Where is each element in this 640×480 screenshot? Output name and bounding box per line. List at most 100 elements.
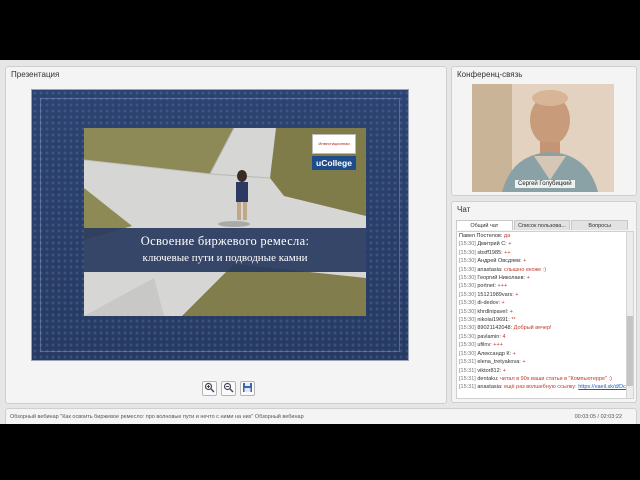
chat-message: Павел Постелов: да [457, 232, 627, 240]
chat-message: [15:30] Дмитрий С: + [457, 240, 627, 248]
logo-top: Инвестиционная группа [312, 134, 356, 164]
chat-message-user: ufilnv: [477, 342, 492, 349]
chat-message-time: [15:31] [459, 375, 476, 382]
chat-message-time: [15:30] [459, 342, 476, 349]
chat-message-user: Дмитрий С: [477, 241, 507, 248]
college-logo: Инвестиционная группа uCollege [312, 134, 356, 170]
speaker-video[interactable]: Сергей Голубицкий [472, 84, 614, 192]
chat-message-time: [15:30] [459, 350, 476, 357]
slide-headline-banner: Освоение биржевого ремесла: ключевые пут… [84, 228, 366, 272]
chat-message-time: [15:31] [459, 359, 476, 366]
speaker-avatar [472, 84, 614, 192]
webinar-title: Обзорный вебинар "Как освоить биржевое р… [10, 414, 304, 420]
chat-message-user: dentaku: [477, 375, 499, 382]
chat-message-text: + [512, 350, 516, 357]
tab-questions[interactable]: Вопросы [571, 220, 629, 230]
chat-message-text: + [522, 359, 526, 366]
chat-message-text: +++ [493, 342, 503, 349]
save-icon[interactable] [240, 381, 255, 396]
chat-message-time: [15:30] [459, 300, 476, 307]
chat-message-time: [15:30] [459, 249, 476, 256]
chat-message-time: [15:30] [459, 275, 476, 282]
presentation-panel: Презентация Инвестиционная uCollege Осво… [5, 66, 447, 404]
chat-message: [15:30] nikolai19691: ** [457, 316, 627, 324]
chat-message-time: [15:30] [459, 291, 476, 298]
chat-message: [15:30] 15121989vars: + [457, 291, 627, 299]
chat-message-time: [15:31] [459, 384, 476, 391]
chat-message-text: ** [511, 317, 516, 324]
chat-message-user: viktor812: [477, 367, 502, 374]
chat-message-text: 4 [502, 333, 506, 340]
chat-message-user: nikolai19691: [477, 317, 510, 324]
chat-message-time: [15:30] [459, 241, 476, 248]
chat-message-user: Александр К: [477, 350, 512, 357]
zoom-in-icon[interactable] [202, 381, 217, 396]
playback-time: 00:03:05 / 02:03:22 [574, 414, 622, 420]
chat-scrollbar-thumb[interactable] [627, 316, 633, 386]
status-bar: Обзорный вебинар "Как освоить биржевое р… [5, 408, 637, 424]
chat-message: [15:31] elena_tretyakova: + [457, 358, 627, 366]
chat-message-user: anastasia: [477, 266, 503, 273]
chat-message-user: 15121989vars: [477, 291, 514, 298]
presentation-toolbar [202, 381, 255, 396]
chat-scrollbar[interactable] [626, 231, 634, 399]
chat-message-user: anastasia: [477, 384, 503, 391]
chat-message-link[interactable]: https://vaeil.sk/d/Dc-7ZD2s/k66ocT [578, 384, 627, 390]
chat-message: [15:30] anastasia: слышно екоже :) [457, 266, 627, 274]
chat-message-text: + [502, 367, 506, 374]
chat-title: Чат [457, 205, 471, 214]
chat-message: [15:31] anastasia: ещё раз волшебную ссы… [457, 383, 627, 391]
chat-message-user: pavlamin: [477, 333, 501, 340]
chat-message: [15:30] Андрей Овсдяев: + [457, 257, 627, 265]
slide-photo: Инвестиционная группа uCollege [84, 128, 366, 316]
chat-message: [15:30] ufilnv: +++ [457, 341, 627, 349]
tab-user-list[interactable]: Список пользова... [513, 220, 571, 230]
chat-message-text: +++ [497, 283, 508, 290]
zoom-out-icon[interactable] [221, 381, 236, 396]
chat-message-user: Андрей Овсдяев: [477, 258, 522, 265]
chat-message: [15:30] khrdlnipavel: + [457, 308, 627, 316]
chat-message-user: sbsff1985: [477, 249, 503, 256]
chat-panel: Чат Общий чат Список пользова... Вопросы… [451, 201, 637, 403]
chat-message: [15:30] pavlamin: 4 [457, 333, 627, 341]
chat-message-time: [15:30] [459, 308, 476, 315]
chat-message-text: ++ [504, 249, 511, 256]
chat-message-user: 89021142048: [477, 325, 513, 332]
chat-message-text: ещё раз волшебную ссылку: [503, 384, 577, 391]
chat-message: [15:31] dentaku: читал в 90х ваши статьи… [457, 375, 627, 383]
tab-general-chat[interactable]: Общий чат [456, 220, 513, 230]
speaker-name: Сергей Голубицкий [515, 180, 575, 188]
chat-message: [15:30] portnet: +++ [457, 282, 627, 290]
chat-message: [15:30] sbsff1985: ++ [457, 249, 627, 257]
chat-message-text: + [526, 275, 530, 282]
chat-message-text: да [503, 233, 511, 239]
chat-message-time: [15:30] [459, 258, 476, 265]
chat-message-list[interactable]: Павел Постелов: да [15:30] Дмитрий С: + [1… [456, 231, 628, 399]
chat-message-time: [15:30] [459, 317, 476, 324]
chat-message-text: + [509, 308, 513, 315]
chat-message: [15:31] viktor812: + [457, 367, 627, 375]
chat-message-time: [15:30] [459, 333, 476, 340]
conference-panel: Конференц-связь Сергей Голубицкий [451, 66, 637, 196]
chat-message-text: + [508, 241, 512, 248]
presentation-title: Презентация [11, 70, 60, 79]
presentation-slide: Инвестиционная группа uCollege Освоение … [31, 89, 409, 361]
chat-message-time: [15:30] [459, 325, 476, 332]
slide-headline-line1: Освоение биржевого ремесла: [140, 234, 310, 248]
chat-message-text: читал в 90х ваши статьи в "Компьютерре" … [500, 375, 612, 382]
conference-title: Конференц-связь [457, 70, 523, 79]
slide-headline-line2: ключевые пути и подводные камни [142, 252, 308, 264]
chat-message-time: [15:31] [459, 367, 476, 374]
chat-message: [15:30] 89021142048: Добрый вечер! [457, 324, 627, 332]
chat-message-text: слышно екоже :) [503, 266, 547, 273]
chat-message: [15:30] Александр К: + [457, 350, 627, 358]
chat-message: [15:30] di-dedov: + [457, 299, 627, 307]
chat-message-user: portnet: [477, 283, 497, 290]
chat-message-user: Георгий Николаев: [477, 275, 526, 282]
chat-message: [15:30] Георгий Николаев: + [457, 274, 627, 282]
chat-message-text: Добрый вечер! [513, 325, 552, 332]
chat-message-text: + [501, 300, 505, 307]
chat-message-user: di-dedov: [477, 300, 500, 307]
chat-message-user: khrdlnipavel: [477, 308, 509, 315]
chat-message-time: [15:30] [459, 266, 476, 273]
